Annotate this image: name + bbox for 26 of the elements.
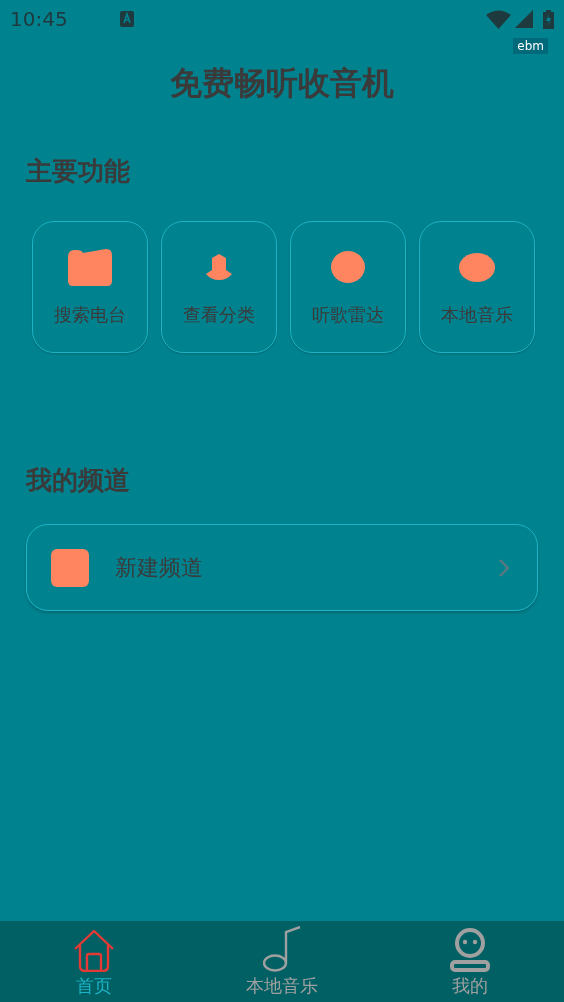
chevron-right-icon [499,558,509,577]
tag-label: ebm [513,38,548,54]
feature-tile[interactable]: 本地音乐 [419,221,535,353]
channel-icon [51,548,89,587]
music-note-icon [263,926,301,972]
home-icon [73,930,115,972]
channel-row[interactable]: 新建频道 [26,524,538,611]
keyboard-icon [119,11,134,27]
nav-tab[interactable]: 本地音乐 [222,921,342,1002]
user-icon [450,928,490,972]
signal-icon [515,10,533,28]
section-heading: 我的频道 [24,464,131,497]
circle-icon [331,251,365,283]
feature-tile[interactable]: 查看分类 [161,221,277,353]
nav-tab[interactable]: 我的 [410,921,530,1002]
section-heading: 主要功能 [25,155,131,188]
wifi-icon [486,9,511,29]
feature-tile[interactable]: 搜索电台 [32,221,148,353]
app-title: 免费畅听收音机 [169,63,395,104]
feature-tile[interactable]: 听歌雷达 [290,221,406,353]
bell-icon [206,254,232,280]
nav-tab[interactable]: 首页 [34,921,154,1002]
oval-icon [459,252,495,282]
battery-icon [543,9,554,29]
clock: 10:45 [10,7,68,31]
folder-icon [68,248,112,286]
